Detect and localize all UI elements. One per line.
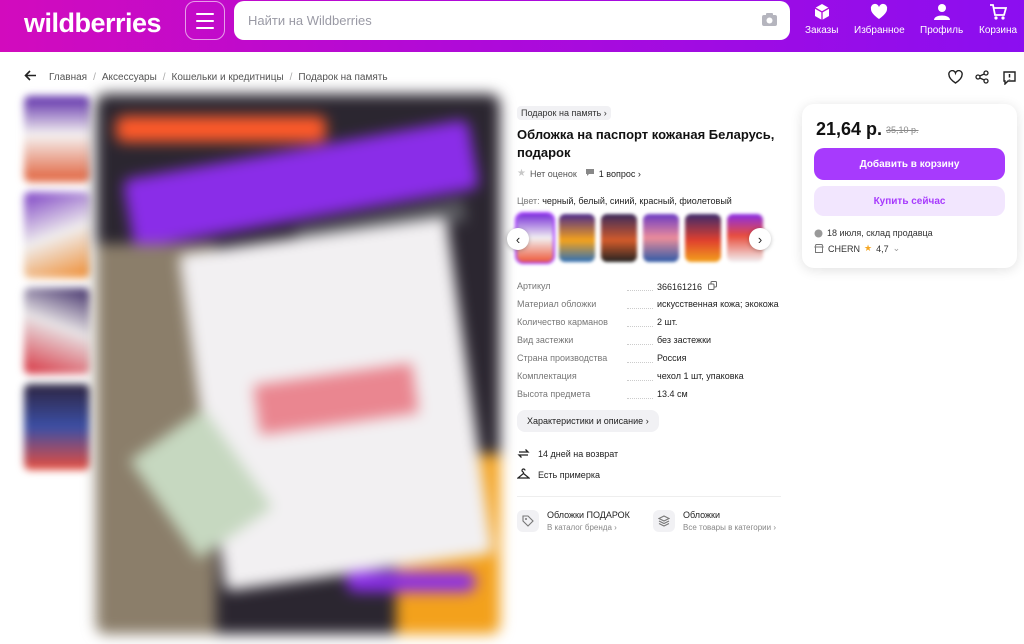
spec-row: Количество карманов 2 шт.: [517, 317, 781, 335]
logo[interactable]: wildberries: [24, 8, 162, 39]
brand-link-subtitle: В каталог бренда ›: [547, 523, 617, 532]
copy-icon: [707, 281, 717, 290]
specs-table: Артикул 366161216 Материал обложки искус…: [517, 281, 781, 407]
category-chip[interactable]: Подарок на память ›: [517, 106, 611, 120]
category-link[interactable]: Обложки Все товары в категории ›: [653, 510, 776, 532]
brand-link-title: Обложки ПОДАРОК НА: [547, 510, 633, 520]
hanger-icon: [517, 468, 530, 479]
thumbnail[interactable]: [24, 192, 90, 278]
category-icon: [653, 510, 675, 532]
report-icon[interactable]: [1002, 70, 1017, 85]
delivery-icon: [814, 229, 823, 237]
product-image[interactable]: [96, 94, 500, 634]
menu-button[interactable]: [185, 1, 225, 40]
camera-icon[interactable]: [761, 12, 778, 32]
breadcrumb-item[interactable]: Аксессуары: [102, 72, 157, 83]
breadcrumb: Главная / Аксессуары / Кошельки и кредитни…: [24, 70, 388, 84]
color-variant[interactable]: [559, 214, 595, 262]
spec-row: Комплектация чехол 1 шт, упаковка: [517, 371, 781, 389]
heart-icon: [871, 3, 888, 20]
category-link-title: Обложки: [683, 510, 720, 520]
nav-cart[interactable]: Корзина: [979, 3, 1017, 36]
nav-cart-label: Корзина: [979, 25, 1018, 36]
category-link-subtitle: Все товары в категории ›: [683, 523, 776, 532]
user-icon: [933, 4, 950, 20]
breadcrumb-item[interactable]: Подарок на память: [298, 72, 387, 83]
spec-value: чехол 1 шт, упаковка: [657, 371, 744, 381]
seller-name: CHERN: [828, 243, 861, 254]
thumbnail-list: [24, 96, 90, 480]
breadcrumb-item[interactable]: Главная: [49, 72, 87, 83]
chevron-down-icon: ⌄: [892, 243, 901, 253]
nav-orders[interactable]: Заказы: [805, 3, 838, 36]
box-icon: [814, 4, 830, 20]
questions-link[interactable]: 1 вопрос ›: [599, 169, 641, 179]
spec-row: Вид застежки без застежки: [517, 335, 781, 353]
color-variant[interactable]: [643, 214, 679, 262]
buy-now-button[interactable]: Купить сейчас: [814, 186, 1005, 216]
rating-text[interactable]: Нет оценок: [530, 169, 577, 179]
favorite-heart-icon[interactable]: [948, 70, 963, 84]
nav-profile[interactable]: Профиль: [920, 3, 963, 36]
star-icon: ★: [517, 168, 526, 179]
tag-icon: [517, 510, 539, 532]
thumbnail[interactable]: [24, 384, 90, 470]
color-row: Цвет: черный, белый, синий, красный, фио…: [517, 196, 732, 206]
back-arrow-icon[interactable]: [24, 70, 37, 84]
spec-row: Артикул 366161216: [517, 281, 781, 299]
spec-value[interactable]: 366161216: [657, 281, 717, 292]
spec-row: Материал обложки искусственная кожа; эко…: [517, 299, 781, 317]
spec-row: Высота предмета 13.4 см: [517, 389, 781, 407]
cart-icon: [990, 4, 1008, 20]
arrow-left-icon: ‹: [515, 231, 521, 247]
product-title: Обложка на паспорт кожаная Беларусь, под…: [517, 127, 775, 160]
add-to-cart-button[interactable]: Добавить в корзину: [814, 148, 1005, 180]
fitting-text: Есть примерка: [538, 469, 600, 480]
color-variant[interactable]: [601, 214, 637, 262]
nav-profile-label: Профиль: [920, 25, 964, 36]
variants-next-button[interactable]: ›: [749, 228, 771, 250]
question-icon: [585, 168, 595, 179]
rating-row: ★ Нет оценок 1 вопрос ›: [517, 168, 641, 179]
divider: [517, 496, 781, 497]
spec-value: Россия: [657, 353, 687, 363]
return-text: 14 дней на возврат: [538, 448, 619, 459]
spec-value: искусственная кожа; экокожа: [657, 299, 779, 309]
seller-info[interactable]: CHERN ★ 4,7 ⌄: [814, 243, 900, 254]
nav-orders-label: Заказы: [805, 25, 839, 36]
old-price: 35,10 р.: [886, 125, 919, 135]
nav-favorites[interactable]: Избранное: [854, 3, 905, 36]
spec-value: 13.4 см: [657, 389, 688, 399]
search-placeholder: Найти на Wildberries: [248, 13, 372, 28]
star-icon: ★: [864, 243, 873, 253]
variants-prev-button[interactable]: ‹: [507, 228, 529, 250]
seller-rating: 4,7: [876, 243, 889, 254]
spec-value: без застежки: [657, 335, 712, 345]
brand-link[interactable]: Обложки ПОДАРОК НА В каталог бренда ›: [517, 510, 633, 532]
return-info: 14 дней на возврат: [517, 447, 618, 460]
arrow-right-icon: ›: [757, 231, 763, 247]
share-icon[interactable]: [975, 70, 989, 84]
search-input[interactable]: Найти на Wildberries: [234, 1, 790, 40]
delivery-info: 18 июля, склад продавца: [814, 228, 933, 238]
shop-icon: [814, 244, 824, 253]
thumbnail[interactable]: [24, 96, 90, 182]
fitting-info: Есть примерка: [517, 468, 600, 481]
color-variant[interactable]: [685, 214, 721, 262]
return-icon: [517, 449, 530, 458]
breadcrumb-item[interactable]: Кошельки и кредитницы: [172, 72, 284, 83]
spec-row: Страна производства Россия: [517, 353, 781, 371]
characteristics-button[interactable]: Характеристики и описание ›: [517, 410, 659, 432]
thumbnail[interactable]: [24, 288, 90, 374]
spec-value: 2 шт.: [657, 317, 678, 327]
nav-favorites-label: Избранное: [854, 25, 905, 36]
buy-card: 21,64 р. 35,10 р. Добавить в корзину Куп…: [802, 104, 1017, 268]
header: wildberries Найти на Wildberries Заказы …: [0, 0, 1024, 52]
price: 21,64 р.: [816, 119, 883, 139]
color-value: черный, белый, синий, красный, фиолетовы…: [542, 196, 732, 206]
color-variants: [515, 212, 763, 264]
